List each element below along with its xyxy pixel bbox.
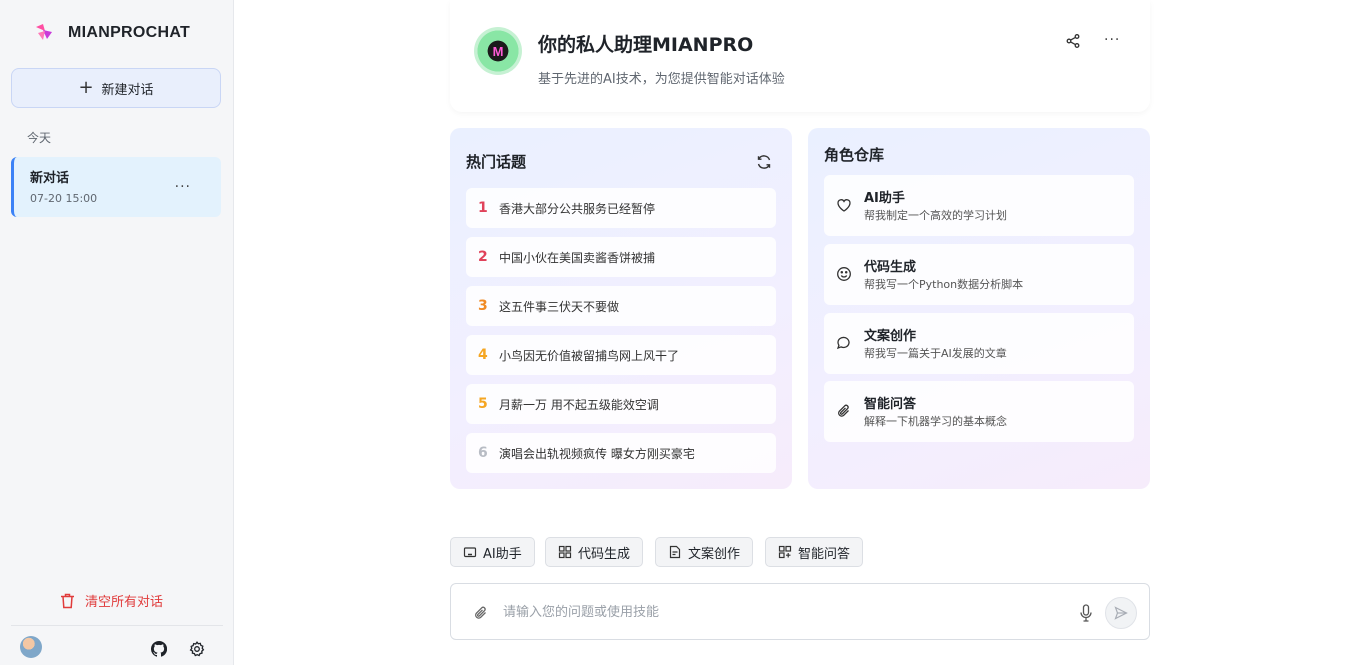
hot-topic-item[interactable]: 2 中国小伙在美国卖酱香饼被捕 <box>466 237 776 277</box>
role-name: AI助手 <box>864 191 905 206</box>
role-name: 文案创作 <box>864 329 917 344</box>
user-avatar[interactable] <box>20 636 42 658</box>
conversation-title: 新对话 <box>30 171 70 186</box>
more-icon[interactable]: ··· <box>1104 32 1120 48</box>
hot-topic-text: 香港大部分公共服务已经暂停 <box>499 201 656 216</box>
hot-topic-text: 小鸟因无价值被留捕鸟网上风干了 <box>499 348 680 363</box>
paperclip-icon <box>838 404 849 417</box>
apps-icon <box>778 545 792 559</box>
role-desc: 帮我写一篇关于AI发展的文章 <box>864 347 1007 360</box>
new-chat-label: 新建对话 <box>101 82 154 98</box>
hot-topic-rank: 1 <box>478 200 488 216</box>
hot-topic-item[interactable]: 3 这五件事三伏天不要做 <box>466 286 776 326</box>
role-name: 智能问答 <box>864 397 917 412</box>
hot-topic-rank: 5 <box>478 396 488 412</box>
role-desc: 帮我制定一个高效的学习计划 <box>864 209 1007 222</box>
attachment-icon[interactable] <box>473 605 489 621</box>
conversation-item[interactable]: 新对话 07-20 15:00 ··· <box>11 157 221 217</box>
send-button[interactable] <box>1105 597 1137 629</box>
brand[interactable]: MIANPROCHAT <box>34 22 190 44</box>
hot-topic-text: 中国小伙在美国卖酱香饼被捕 <box>499 250 656 265</box>
role-desc: 帮我写一个Python数据分析脚本 <box>864 278 1024 291</box>
hot-topic-item[interactable]: 6 演唱会出轨视频疯传 曝女方刚买豪宅 <box>466 433 776 473</box>
skill-label: 文案创作 <box>688 546 741 562</box>
role-item-copywriting[interactable]: 文案创作 帮我写一篇关于AI发展的文章 <box>824 313 1134 374</box>
brand-logo-icon <box>36 24 52 40</box>
document-icon <box>669 545 681 559</box>
plus-icon: + <box>78 77 94 98</box>
role-item-code-gen[interactable]: 代码生成 帮我写一个Python数据分析脚本 <box>824 244 1134 305</box>
role-desc: 解释一下机器学习的基本概念 <box>864 415 1007 428</box>
grid-icon <box>558 545 572 559</box>
role-repository-title: 角色仓库 <box>824 146 885 164</box>
skill-copywriting[interactable]: 文案创作 <box>655 537 754 567</box>
chat-header: M 你的私人助理MIANPRO 基于先进的AI技术，为您提供智能对话体验 ··· <box>450 0 1150 112</box>
clear-all-button[interactable]: 清空所有对话 <box>60 591 163 610</box>
assistant-avatar: M <box>474 27 522 75</box>
gear-icon[interactable] <box>189 641 205 657</box>
role-item-qa[interactable]: 智能问答 解释一下机器学习的基本概念 <box>824 381 1134 442</box>
role-repository-card: 角色仓库 AI助手 帮我制定一个高效的学习计划 代码生成 帮我写一个Python… <box>808 128 1150 489</box>
send-icon <box>1114 606 1128 620</box>
microphone-icon[interactable] <box>1078 604 1094 622</box>
brand-name: MIANPROCHAT <box>68 24 191 41</box>
clear-all-label: 清空所有对话 <box>85 595 164 610</box>
chat-input[interactable] <box>503 598 1063 626</box>
more-icon[interactable]: ··· <box>175 179 191 195</box>
github-icon[interactable] <box>151 641 167 657</box>
assistant-avatar-letter: M <box>492 43 504 59</box>
share-icon[interactable] <box>1066 34 1080 48</box>
skill-label: 智能问答 <box>798 546 851 562</box>
hot-topic-text: 月薪一万 用不起五级能效空调 <box>499 397 659 412</box>
page-subtitle: 基于先进的AI技术，为您提供智能对话体验 <box>538 72 785 87</box>
smile-icon <box>837 267 851 281</box>
robot-icon <box>463 547 477 558</box>
heart-icon <box>837 199 851 212</box>
chat-input-box <box>450 583 1150 640</box>
skill-code-gen[interactable]: 代码生成 <box>545 537 644 567</box>
trash-icon <box>61 593 74 608</box>
chat-bubble-icon <box>836 336 850 350</box>
hot-topic-item[interactable]: 4 小鸟因无价值被留捕鸟网上风干了 <box>466 335 776 375</box>
skill-label: AI助手 <box>483 546 522 562</box>
hot-topic-rank: 4 <box>478 347 488 363</box>
hot-topic-rank: 3 <box>478 298 488 314</box>
hot-topic-rank: 2 <box>478 249 488 265</box>
hot-topic-text: 这五件事三伏天不要做 <box>499 299 620 314</box>
sidebar: MIANPROCHAT + 新建对话 今天 新对话 07-20 15:00 ··… <box>0 0 234 665</box>
conversation-group-label: 今天 <box>27 131 52 145</box>
conversation-time: 07-20 15:00 <box>30 192 98 205</box>
sidebar-footer <box>11 625 223 665</box>
new-chat-button[interactable]: + 新建对话 <box>11 68 221 108</box>
page-title: 你的私人助理MIANPRO <box>538 34 754 56</box>
hot-topics-card: 热门话题 1 香港大部分公共服务已经暂停 2 中国小伙在美国卖酱香饼被捕 3 这… <box>450 128 792 489</box>
skill-ai-assistant[interactable]: AI助手 <box>450 537 535 567</box>
role-item-ai-assistant[interactable]: AI助手 帮我制定一个高效的学习计划 <box>824 175 1134 236</box>
skill-label: 代码生成 <box>578 546 631 562</box>
refresh-icon[interactable] <box>756 154 772 170</box>
skill-qa[interactable]: 智能问答 <box>765 537 864 567</box>
hot-topic-item[interactable]: 1 香港大部分公共服务已经暂停 <box>466 188 776 228</box>
hot-topic-text: 演唱会出轨视频疯传 曝女方刚买豪宅 <box>499 446 695 461</box>
hot-topic-item[interactable]: 5 月薪一万 用不起五级能效空调 <box>466 384 776 424</box>
role-name: 代码生成 <box>864 260 917 275</box>
hot-topics-title: 热门话题 <box>466 153 527 171</box>
hot-topic-rank: 6 <box>478 445 488 461</box>
